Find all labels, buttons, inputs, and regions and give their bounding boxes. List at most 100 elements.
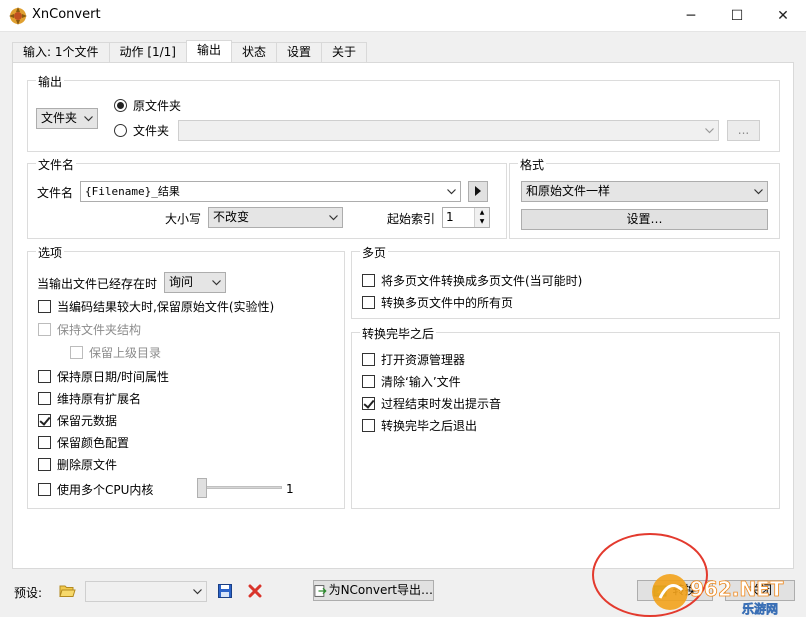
case-combo[interactable]: 不改变: [208, 207, 343, 228]
option-multipage-to-multipage[interactable]: 将多页文件转换成多页文件(当可能时): [362, 272, 582, 288]
if-exists-combo-value: 询问: [169, 275, 194, 289]
folder-open-icon: [58, 585, 76, 597]
options-group: 选项 当输出文件已经存在时 询问 当编码结果较大时,保留原始文件(实验性) 保持…: [27, 244, 345, 509]
option-keep-datetime[interactable]: 保持原日期/时间属性: [38, 368, 169, 384]
option-label: 保持文件夹结构: [57, 322, 142, 337]
checkbox[interactable]: [362, 374, 375, 388]
option-clear-input[interactable]: 清除‘输入’文件: [362, 373, 461, 389]
title-bar[interactable]: XnConvert ─ ☐ ✕: [0, 0, 806, 32]
radio-custom-folder-label: 文件夹: [133, 123, 170, 138]
tab-about[interactable]: 关于: [321, 42, 368, 62]
cpu-slider-track[interactable]: [198, 486, 282, 489]
option-keep-parent-folder[interactable]: 保留上级目录: [70, 344, 161, 360]
browse-folder-button[interactable]: ...: [727, 120, 760, 141]
folder-path-combo[interactable]: [178, 120, 719, 141]
checkbox[interactable]: [362, 418, 375, 432]
chevron-down-icon: [326, 208, 340, 227]
tab-input[interactable]: 输入: 1个文件: [12, 42, 110, 62]
option-keep-extension[interactable]: 维持原有扩展名: [38, 390, 141, 406]
maximize-button[interactable]: ☐: [714, 0, 760, 31]
option-keep-folder-structure[interactable]: 保持文件夹结构: [38, 321, 141, 337]
format-settings-button[interactable]: 设置…: [521, 209, 768, 230]
checkbox[interactable]: [362, 352, 375, 366]
checkbox[interactable]: [70, 345, 83, 359]
option-label: 保持原日期/时间属性: [57, 369, 170, 384]
option-delete-original[interactable]: 删除原文件: [38, 456, 117, 472]
insert-tag-button[interactable]: [468, 181, 488, 202]
watermark-logo: 962.NET 乐游网: [652, 574, 784, 616]
checkbox[interactable]: [38, 482, 51, 496]
export-nconvert-label: 为NConvert导出…: [328, 583, 433, 597]
option-keep-color-profile[interactable]: 保留颜色配置: [38, 434, 129, 450]
chevron-down-icon: [444, 182, 458, 201]
tab-output[interactable]: 输出: [186, 40, 233, 62]
xnconvert-logo-icon: [9, 7, 27, 25]
option-multi-cpu[interactable]: 使用多个CPU内核: [38, 481, 153, 497]
options-group-title: 选项: [36, 244, 65, 261]
after-conversion-group-title: 转换完毕之后: [360, 325, 437, 342]
filename-group: 文件名 文件名 {Filename}_结果 大小写 不改变 起始索引 1 ▲ ▼: [27, 156, 507, 239]
checkbox[interactable]: [38, 391, 51, 405]
chevron-down-icon: [81, 109, 95, 128]
checkbox[interactable]: [38, 299, 51, 313]
if-exists-label: 当输出文件已经存在时: [37, 277, 158, 291]
option-exit-after[interactable]: 转换完毕之后退出: [362, 417, 477, 433]
if-exists-combo[interactable]: 询问: [164, 272, 226, 293]
checkbox[interactable]: [38, 413, 51, 427]
option-label: 将多页文件转换成多页文件(当可能时): [381, 273, 583, 288]
format-group: 格式 和原始文件一样 设置…: [509, 156, 780, 239]
multipage-group: 多页 将多页文件转换成多页文件(当可能时) 转换多页文件中的所有页: [351, 244, 780, 319]
case-label: 大小写: [165, 212, 202, 226]
save-preset-button[interactable]: [215, 581, 235, 601]
option-convert-all-pages[interactable]: 转换多页文件中的所有页: [362, 294, 513, 310]
svg-text:乐游网: 乐游网: [742, 601, 778, 616]
checkbox[interactable]: [362, 295, 375, 309]
export-nconvert-button[interactable]: 为NConvert导出…: [313, 580, 434, 601]
filename-pattern-combo[interactable]: {Filename}_结果: [80, 181, 461, 202]
destination-combo[interactable]: 文件夹: [36, 108, 98, 129]
checkbox[interactable]: [362, 396, 375, 410]
delete-preset-button[interactable]: [245, 581, 265, 601]
format-combo[interactable]: 和原始文件一样: [521, 181, 768, 202]
delete-x-icon: [248, 584, 262, 598]
chevron-down-icon: [702, 121, 716, 140]
checkbox[interactable]: [38, 435, 51, 449]
option-label: 保留元数据: [57, 413, 118, 428]
radio-custom-folder-indicator[interactable]: [114, 123, 127, 137]
radio-custom-folder[interactable]: 文件夹: [114, 122, 169, 138]
format-group-title: 格式: [518, 156, 547, 173]
radio-original-folder-indicator[interactable]: [114, 98, 127, 112]
checkbox[interactable]: [38, 369, 51, 383]
option-label: 打开资源管理器: [381, 352, 466, 367]
option-play-sound[interactable]: 过程结束时发出提示音: [362, 395, 501, 411]
option-label: 转换多页文件中的所有页: [381, 295, 514, 310]
preset-label: 预设:: [14, 586, 43, 600]
output-group-title: 输出: [36, 73, 65, 90]
option-label: 保留颜色配置: [57, 435, 130, 450]
preset-combo[interactable]: [85, 581, 207, 602]
tab-status[interactable]: 状态: [231, 42, 278, 62]
tab-settings[interactable]: 设置: [276, 42, 323, 62]
checkbox[interactable]: [362, 273, 375, 287]
option-label: 保留上级目录: [89, 345, 162, 360]
minimize-button[interactable]: ─: [668, 0, 714, 31]
window-title: XnConvert: [32, 7, 101, 22]
case-combo-value: 不改变: [213, 210, 250, 224]
spin-updown-icon[interactable]: ▲ ▼: [474, 208, 489, 227]
multipage-group-title: 多页: [360, 244, 389, 261]
chevron-down-icon: [209, 273, 223, 292]
option-keep-original-if-larger[interactable]: 当编码结果较大时,保留原始文件(实验性): [38, 298, 274, 314]
cpu-slider-thumb[interactable]: [197, 478, 207, 498]
close-window-button[interactable]: ✕: [760, 0, 806, 31]
option-label: 转换完毕之后退出: [381, 418, 478, 433]
radio-original-folder[interactable]: 原文件夹: [114, 97, 181, 113]
checkbox[interactable]: [38, 457, 51, 471]
cpu-count-value: 1: [286, 482, 294, 496]
option-open-explorer[interactable]: 打开资源管理器: [362, 351, 465, 367]
checkbox[interactable]: [38, 322, 51, 336]
start-index-spinner[interactable]: 1 ▲ ▼: [442, 207, 490, 228]
tab-actions[interactable]: 动作 [1/1]: [108, 42, 187, 62]
start-index-value: 1: [446, 210, 454, 224]
open-preset-button[interactable]: [57, 581, 77, 601]
option-keep-metadata[interactable]: 保留元数据: [38, 412, 117, 428]
